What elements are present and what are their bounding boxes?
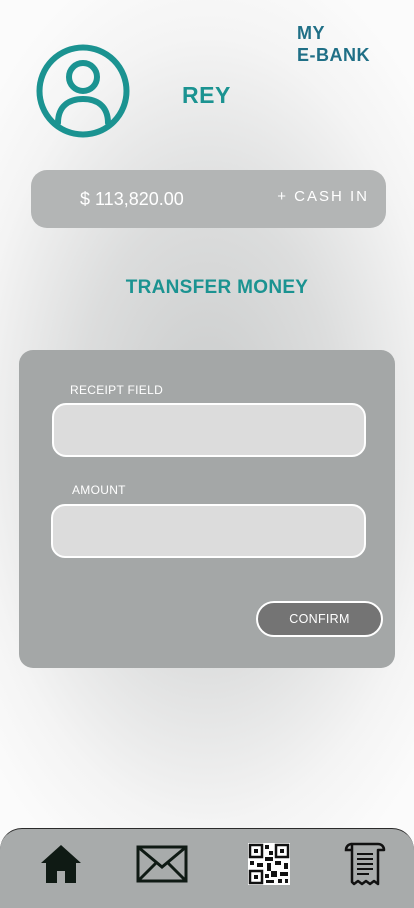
amount-field-label: AMOUNT: [72, 483, 126, 497]
balance-card: $ 113,820.00 + CASH IN: [31, 170, 386, 228]
home-icon: [39, 843, 83, 890]
nav-qr[interactable]: [244, 841, 294, 891]
receipt-field-input[interactable]: [52, 403, 366, 457]
user-avatar-icon[interactable]: [36, 44, 130, 138]
app-brand: MY E-BANK: [297, 23, 370, 65]
receipt-icon: [342, 840, 388, 893]
nav-home[interactable]: [36, 841, 86, 891]
mail-icon: [136, 844, 188, 889]
qr-code-icon: [247, 842, 291, 891]
bottom-nav: [0, 828, 414, 908]
nav-receipt[interactable]: [340, 841, 390, 891]
balance-amount: $ 113,820.00: [80, 189, 184, 209]
user-name: REY: [182, 82, 231, 108]
confirm-button[interactable]: CONFIRM: [256, 601, 383, 637]
transfer-form: RECEIPT FIELD AMOUNT CONFIRM: [19, 350, 395, 668]
transfer-money-title: TRANSFER MONEY: [125, 277, 309, 298]
receipt-field-label: RECEIPT FIELD: [70, 383, 164, 397]
amount-field-input[interactable]: [51, 504, 366, 558]
nav-mail[interactable]: [136, 841, 188, 891]
cash-in-button[interactable]: + CASH IN: [277, 188, 369, 205]
